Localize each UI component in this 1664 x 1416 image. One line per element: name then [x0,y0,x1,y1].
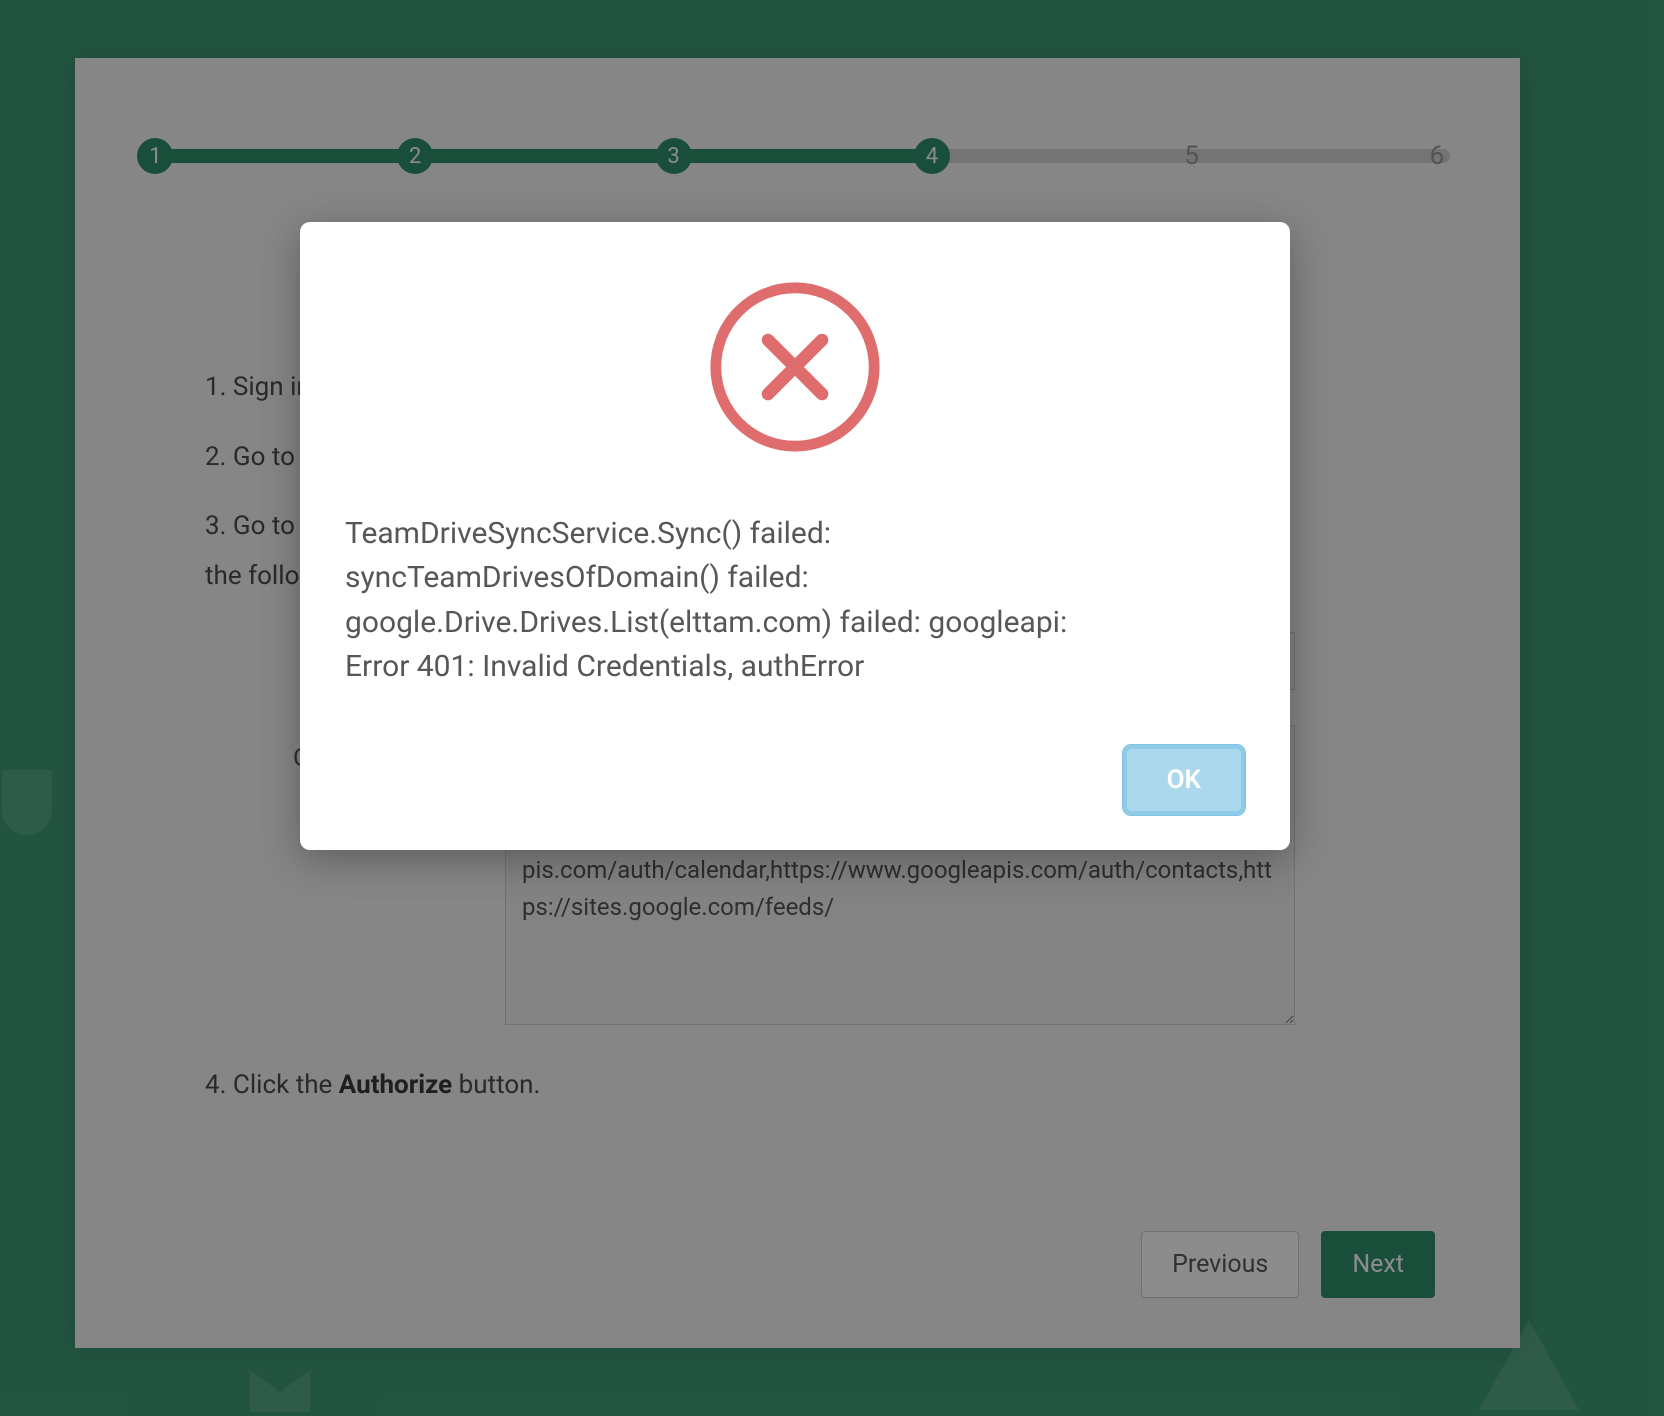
modal-button-row: OK [345,745,1245,815]
ok-button[interactable]: OK [1123,745,1245,815]
error-x-icon [705,277,885,457]
error-modal: TeamDriveSyncService.Sync() failed: sync… [300,222,1290,850]
error-message: TeamDriveSyncService.Sync() failed: sync… [345,512,1245,690]
error-icon-wrap [345,277,1245,457]
